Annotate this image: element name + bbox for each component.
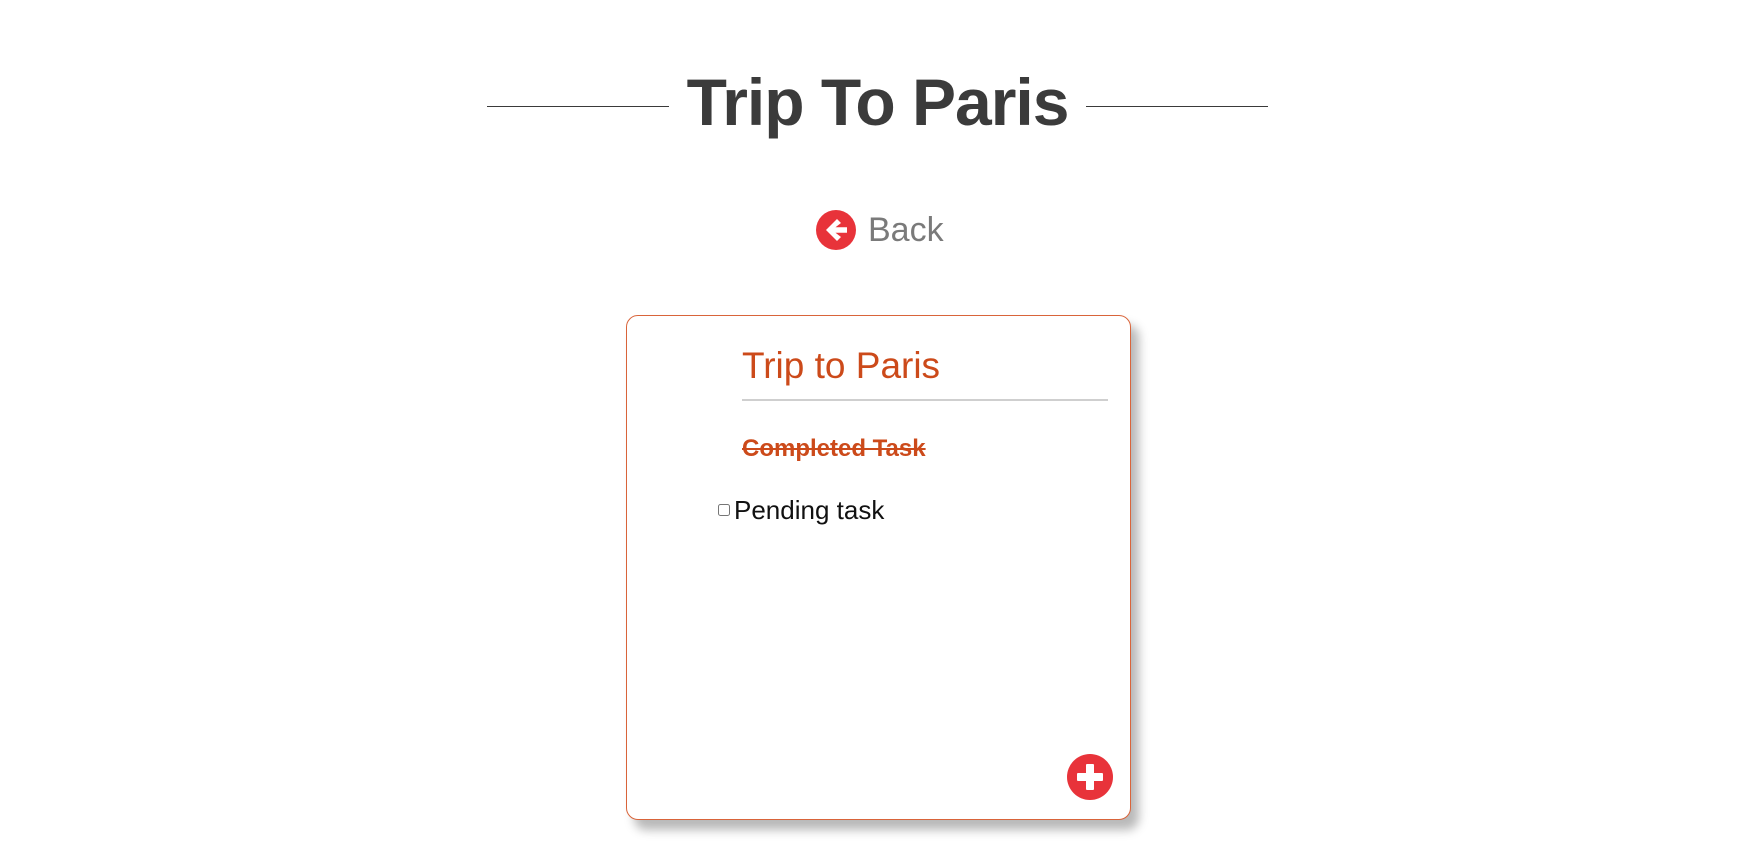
page-title: Trip To Paris — [686, 65, 1070, 139]
title-divider-right — [1086, 105, 1269, 107]
add-task-button[interactable] — [1067, 754, 1113, 800]
card-title: Trip to Paris — [742, 341, 1108, 401]
task-checkbox[interactable] — [718, 504, 730, 516]
pending-task-item: Pending task — [718, 492, 884, 528]
title-divider-left — [486, 105, 669, 107]
back-label: Back — [868, 211, 944, 249]
todo-card: Trip to Paris Completed Task Pending tas… — [626, 315, 1131, 820]
pending-task-label: Pending task — [734, 495, 885, 525]
back-link[interactable]: Back — [816, 208, 944, 252]
plus-circle-icon — [1067, 754, 1113, 800]
completed-task-item[interactable]: Completed Task — [742, 432, 926, 466]
header: Trip To Paris — [0, 62, 1755, 142]
arrow-left-circle-icon — [816, 210, 856, 250]
page: Trip To Paris Back Trip to Paris Complet… — [0, 0, 1755, 861]
